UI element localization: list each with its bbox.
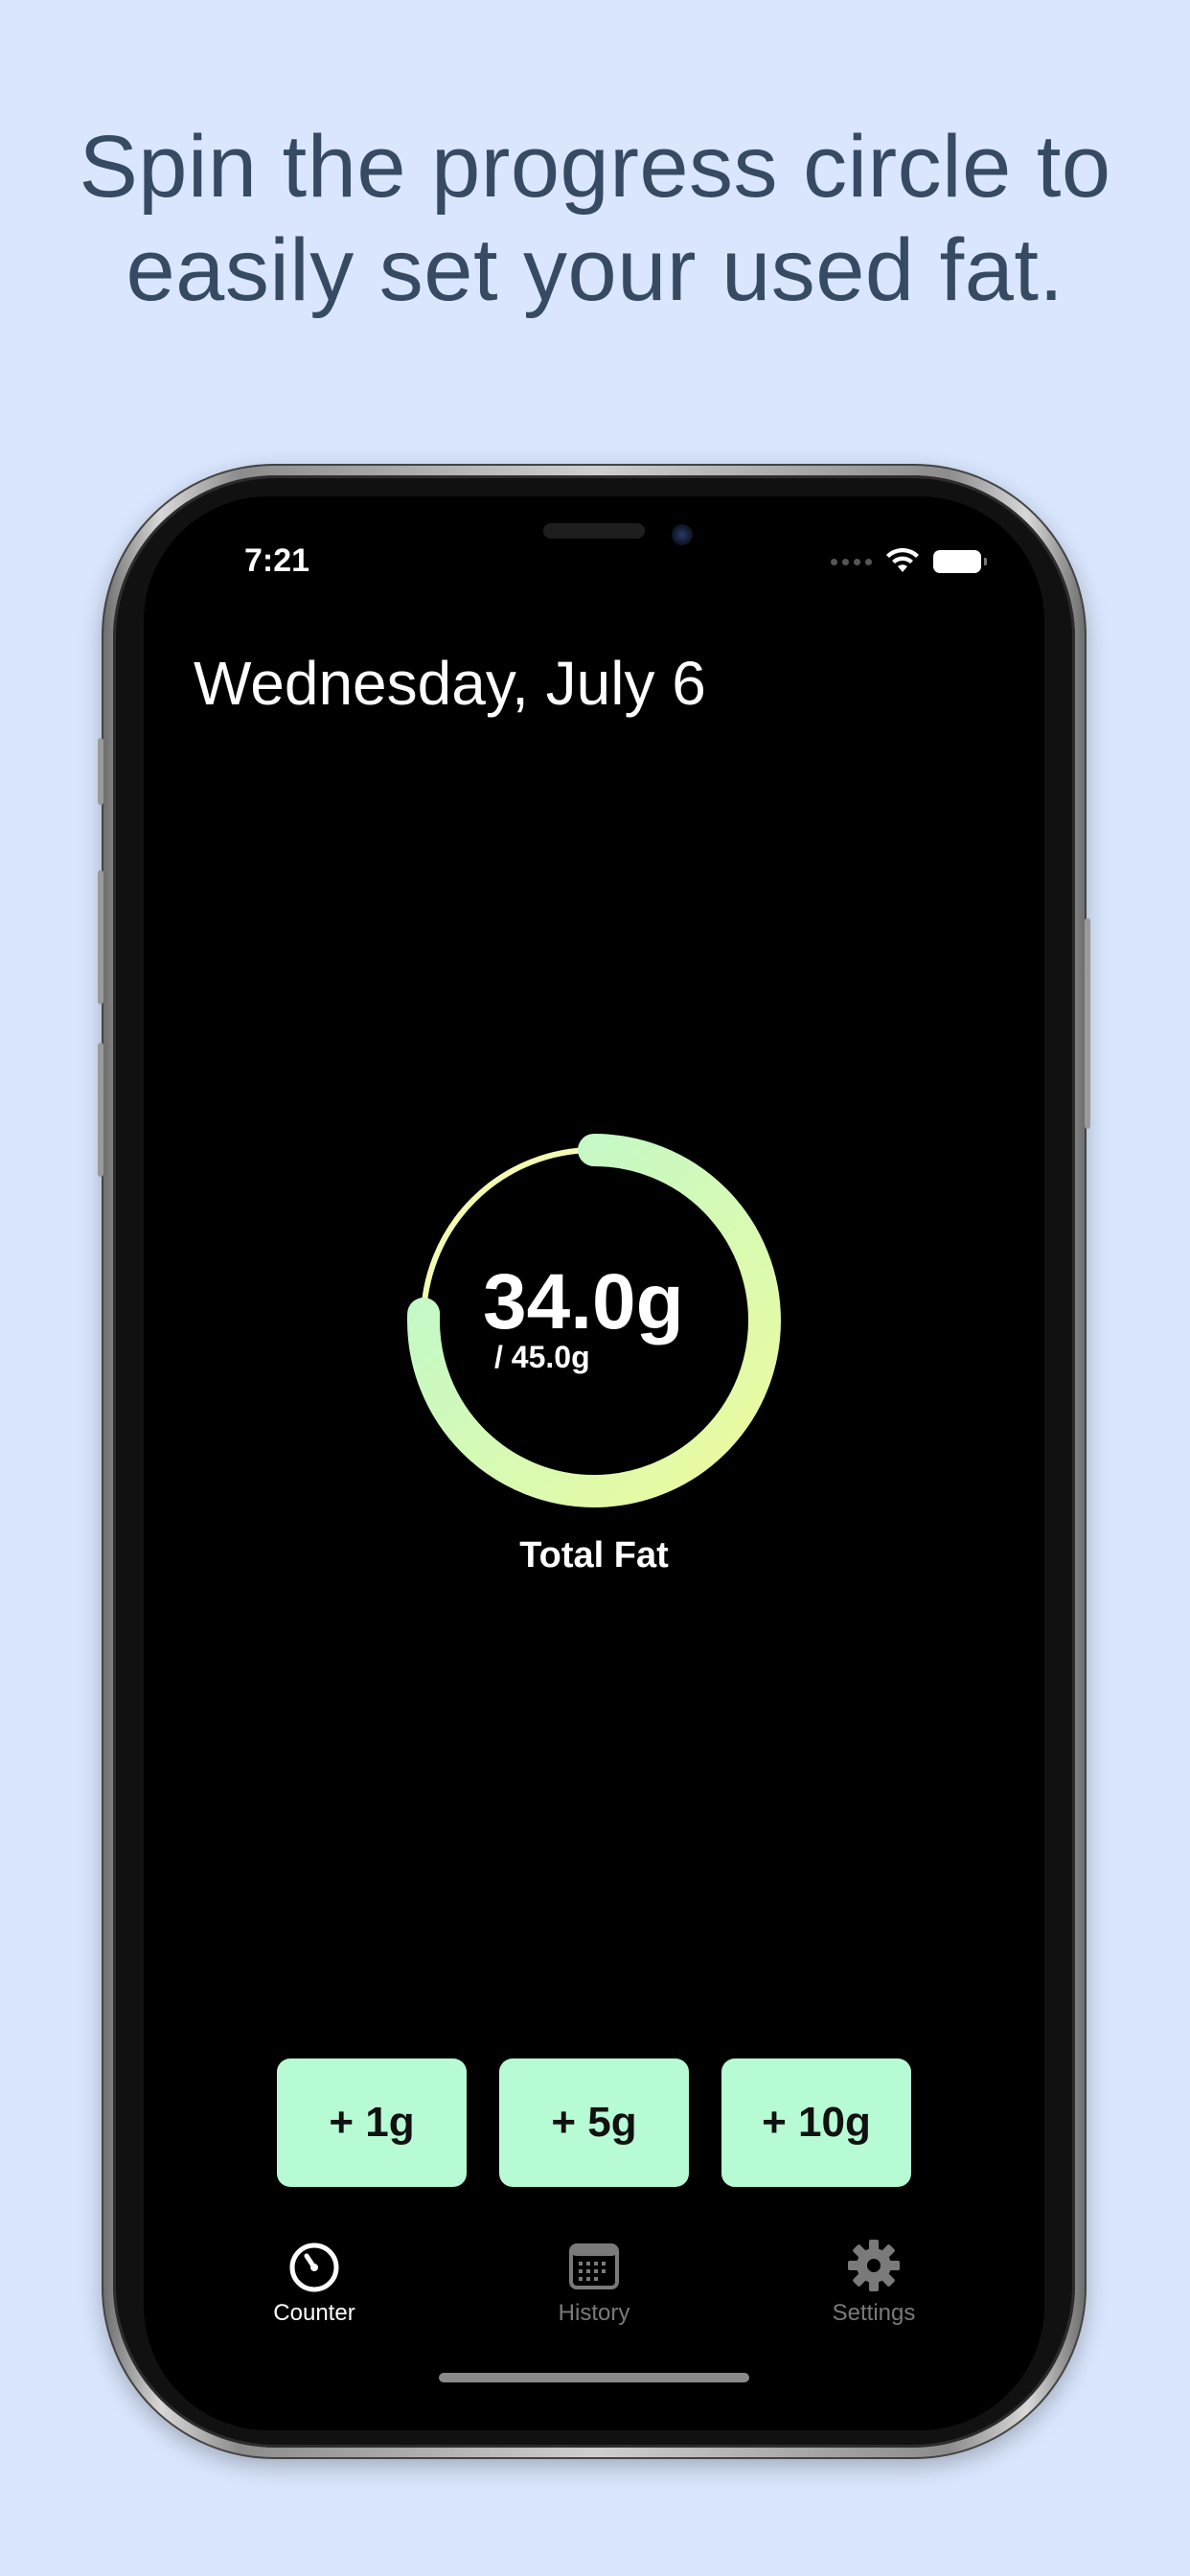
add-10g-button[interactable]: + 10g xyxy=(721,2058,911,2187)
wifi-icon xyxy=(886,548,919,572)
add-5g-button[interactable]: + 5g xyxy=(499,2058,689,2187)
fat-goal: / 45.0g xyxy=(494,1340,590,1374)
ring-label: Total Fat xyxy=(519,1535,669,1576)
tab-settings[interactable]: Settings xyxy=(768,2237,979,2342)
status-time: 7:21 xyxy=(244,542,310,579)
battery-icon xyxy=(933,550,987,573)
tab-history[interactable]: History xyxy=(489,2237,699,2342)
tab-counter[interactable]: Counter xyxy=(209,2237,420,2342)
headline-line-1: Spin the progress circle to xyxy=(79,118,1111,216)
headline: Spin the progress circle to easily set y… xyxy=(0,115,1190,322)
tab-counter-label: Counter xyxy=(273,2300,355,2326)
calendar-icon xyxy=(569,2243,619,2289)
add-1g-button[interactable]: + 1g xyxy=(277,2058,467,2187)
volume-down-button xyxy=(98,1043,103,1177)
gear-icon xyxy=(848,2240,900,2291)
signal-dots-icon xyxy=(831,558,872,565)
tab-settings-label: Settings xyxy=(832,2300,916,2326)
status-icons xyxy=(831,542,987,581)
home-indicator[interactable] xyxy=(439,2373,749,2382)
notch xyxy=(370,496,818,558)
speaker-grille xyxy=(543,523,645,539)
power-button xyxy=(1085,918,1090,1129)
volume-up-button xyxy=(98,870,103,1004)
phone-screen: 7:21 Wednesday, July 6 34.0g / 45.0g Tot… xyxy=(144,496,1044,2430)
date-heading: Wednesday, July 6 xyxy=(194,649,706,718)
headline-line-2: easily set your used fat. xyxy=(126,221,1064,319)
front-camera xyxy=(672,524,693,545)
tab-history-label: History xyxy=(558,2300,630,2326)
gauge-icon xyxy=(289,2242,339,2292)
silent-switch xyxy=(98,738,103,805)
fat-value: 34.0g xyxy=(483,1258,684,1346)
